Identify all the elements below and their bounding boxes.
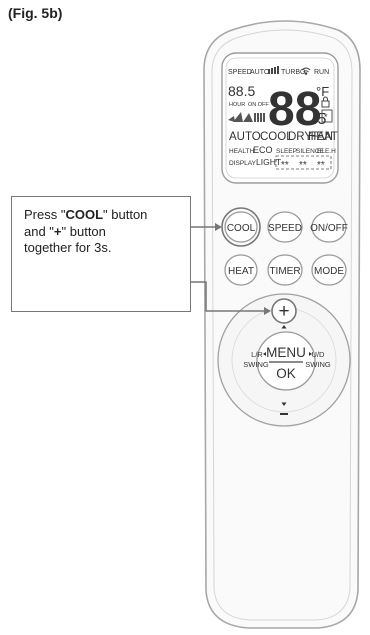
lcd-display: DISPLAY xyxy=(229,160,257,167)
lcd-small-digits: 88.5 xyxy=(228,83,255,99)
lcd-eco: ECO xyxy=(253,145,273,155)
lr-swing-label-2: SWING xyxy=(243,360,269,369)
lcd-mode-fan: FAN xyxy=(311,131,333,143)
mode-button-label: MODE xyxy=(314,266,344,277)
remote-control-diagram: SPEED AUTO TURBO RUN 88.5 HOUR ON OFF 88… xyxy=(191,20,361,629)
lcd-run: RUN xyxy=(314,69,329,76)
onoff-button-label: ON/OFF xyxy=(310,223,348,234)
ud-swing-label-1: U/D xyxy=(312,350,326,359)
speed-button-label: SPEED xyxy=(268,223,302,234)
lcd-stars-3: ** xyxy=(317,160,325,171)
callout-line-1: Press "COOL" button xyxy=(24,207,148,222)
plus-label: + xyxy=(278,301,289,322)
snowflake-icon: * xyxy=(324,112,328,122)
instruction-callout: Press "COOL" button and "+" button toget… xyxy=(11,196,191,312)
lcd-stars-1: ** xyxy=(281,160,289,171)
lcd-speed: SPEED xyxy=(228,69,252,76)
lcd-health: HEALTH xyxy=(229,148,254,155)
lcd-big-digits: 88 xyxy=(268,83,321,136)
heat-button-label: HEAT xyxy=(228,266,254,277)
callout-plus-bold: + xyxy=(53,223,62,239)
timer-button-label: TIMER xyxy=(269,266,300,277)
lcd-ele-h: ELE.H xyxy=(317,148,336,155)
menu-label: MENU xyxy=(266,345,306,360)
callout-line-2: and "+" button xyxy=(24,223,106,239)
lcd-light: LIGHT xyxy=(256,157,281,167)
lcd-on-off: ON OFF xyxy=(248,102,269,108)
lcd-sleep: SLEEP xyxy=(276,148,297,155)
callout-line-3: together for 3s. xyxy=(24,240,112,255)
lcd-mode-auto: AUTO xyxy=(229,131,261,143)
callout-cool-bold: COOL xyxy=(65,207,104,222)
ok-label: OK xyxy=(276,366,296,381)
lcd-hour: HOUR xyxy=(229,102,245,108)
minus-label[interactable] xyxy=(280,413,288,415)
cool-button-label: COOL xyxy=(227,223,256,234)
lr-swing-label-1: L/R xyxy=(251,350,263,359)
ud-swing-label-2: SWING xyxy=(305,360,331,369)
lcd-auto: AUTO xyxy=(250,69,270,76)
lcd-degree: °F xyxy=(316,84,329,99)
lcd-stars-2: ** xyxy=(299,160,307,171)
